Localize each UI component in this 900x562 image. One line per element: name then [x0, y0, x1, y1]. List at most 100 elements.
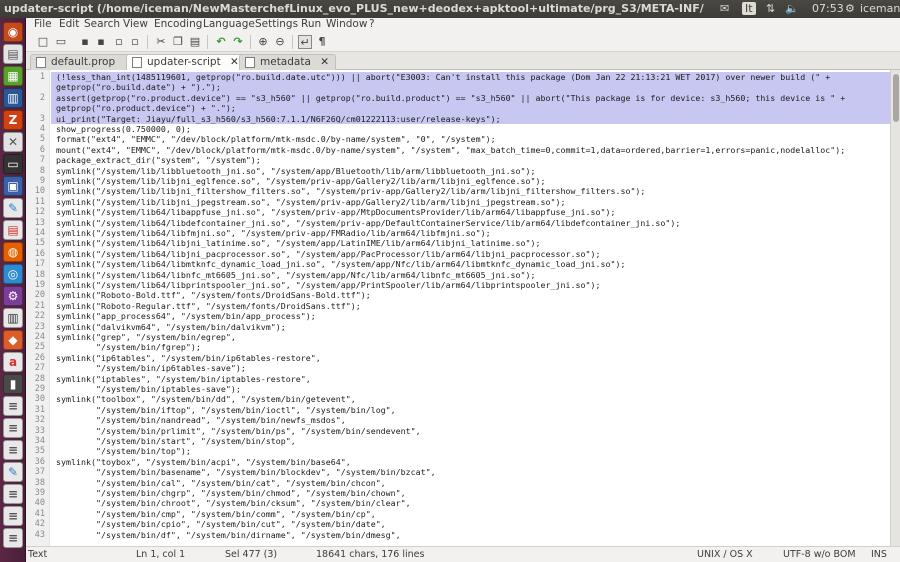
open-file-icon[interactable]: ▭ [54, 35, 68, 49]
notes-icon-4[interactable]: ≡ [3, 484, 23, 504]
notes-icon-3[interactable]: ≡ [3, 440, 23, 460]
notes-icon-6[interactable]: ≡ [3, 528, 23, 548]
code-line[interactable]: "/system/bin/top"); [56, 446, 191, 456]
close-icon[interactable]: ✕ [320, 56, 329, 68]
save-icon[interactable]: ▪ [78, 35, 92, 49]
settings-icon[interactable]: ⚙ [3, 286, 23, 306]
pdf-icon[interactable]: ▤ [3, 220, 23, 240]
text-editor-icon[interactable]: ✎ [3, 198, 23, 218]
code-line[interactable]: format("ext4", "EMMC", "/dev/block/platf… [56, 134, 496, 144]
scrollbar-thumb[interactable] [893, 74, 899, 122]
menu-edit[interactable]: Edit [59, 18, 79, 30]
code-line[interactable]: symlink("dalvikvm64", "/system/bin/dalvi… [56, 322, 286, 332]
code-line[interactable]: "/system/bin/nandread", "/system/bin/new… [56, 415, 346, 425]
notes-icon-2[interactable]: ≡ [3, 418, 23, 438]
speaker-icon[interactable]: 🔈 [785, 2, 799, 15]
files-icon[interactable]: ▤ [3, 44, 23, 64]
code-line[interactable]: symlink("/system/lib/libjni_eglfence.so"… [56, 176, 546, 186]
notes-icon[interactable]: ≡ [3, 396, 23, 416]
word-wrap-icon[interactable]: ↵ [298, 35, 312, 49]
close-all-icon[interactable]: ▫ [128, 35, 142, 49]
code-line[interactable]: "/system/bin/cal", "/system/bin/cat", "/… [56, 478, 386, 488]
paste-icon[interactable]: ▤ [188, 35, 202, 49]
code-line[interactable]: "/system/bin/start", "/system/bin/stop", [56, 436, 296, 446]
menu-help[interactable]: ? [369, 18, 375, 30]
code-line[interactable]: "/system/bin/cpio", "/system/bin/cut", "… [56, 519, 386, 529]
code-line[interactable]: symlink("/system/lib/libjni_filtershow_f… [56, 186, 645, 196]
filezilla-icon[interactable]: Z [3, 110, 23, 130]
code-line[interactable]: symlink("/system/lib64/libjni_pacprocess… [56, 249, 600, 259]
menu-settings[interactable]: Settings [255, 18, 298, 30]
close-file-icon[interactable]: ▫ [112, 35, 126, 49]
code-line[interactable]: package_extract_dir("system", "/system")… [56, 155, 261, 165]
tools-icon[interactable]: ✕ [3, 132, 23, 152]
document-icon[interactable]: ▥ [3, 88, 23, 108]
firefox-icon[interactable]: ◍ [3, 242, 23, 262]
zoom-out-icon[interactable]: ⊖ [273, 35, 287, 49]
code-line[interactable]: symlink("ip6tables", "/system/bin/ip6tab… [56, 353, 321, 363]
zoom-in-icon[interactable]: ⊕ [256, 35, 270, 49]
code-line[interactable]: symlink("Roboto-Regular.ttf", "/system/f… [56, 301, 361, 311]
code-line[interactable]: symlink("/system/lib/libjni_jpegstream.s… [56, 197, 566, 207]
menu-encoding[interactable]: Encoding [154, 18, 202, 30]
save-all-icon[interactable]: ▪ [94, 35, 108, 49]
menu-window[interactable]: Window [326, 18, 367, 30]
code-line[interactable]: "/system/bin/df", "/system/bin/dirname",… [56, 530, 401, 540]
transfer-icon[interactable]: ⇅ [766, 2, 775, 15]
envelope-icon[interactable]: ✉ [720, 2, 729, 15]
code-line[interactable]: symlink("grep", "/system/bin/egrep", [56, 332, 236, 342]
show-all-characters-icon[interactable]: ¶ [315, 35, 329, 49]
gear-icon[interactable]: ⚙ [845, 2, 855, 15]
keyboard-layout-indicator[interactable]: It [742, 2, 756, 15]
code-line[interactable]: symlink("toolbox", "/system/bin/dd", "/s… [56, 394, 356, 404]
code-line[interactable]: symlink("/system/lib64/libnfc_mt6605_jni… [56, 270, 536, 280]
dash-icon[interactable]: ◉ [3, 22, 23, 42]
clock[interactable]: 07:53 [812, 2, 844, 15]
status-encoding[interactable]: UTF-8 w/o BOM [783, 549, 856, 560]
spreadsheet-icon[interactable]: ▦ [3, 66, 23, 86]
code-line[interactable]: symlink("/system/lib64/libdefcontainer_j… [56, 218, 680, 228]
code-line[interactable]: "/system/bin/fgrep"); [56, 342, 201, 352]
viewer-icon[interactable]: ▣ [3, 176, 23, 196]
code-line[interactable]: "/system/bin/basename", "/system/bin/blo… [56, 467, 436, 477]
code-line[interactable]: "/system/bin/cmp", "/system/bin/comm", "… [56, 509, 376, 519]
status-eol[interactable]: UNIX / OS X [697, 549, 753, 560]
code-line[interactable]: symlink("Roboto-Bold.ttf", "/system/font… [56, 290, 371, 300]
code-line[interactable]: symlink("toybox", "/system/bin/acpi", "/… [56, 457, 351, 467]
code-line[interactable]: symlink("/system/lib64/libprintspooler_j… [56, 280, 600, 290]
code-line[interactable]: symlink("/system/lib/libbluetooth_jni.so… [56, 166, 536, 176]
code-line[interactable]: "/system/bin/iftop", "/system/bin/ioctl"… [56, 405, 396, 415]
code-editor[interactable]: 1 2 3 4 5 6 7 8 9 10 11 12 13 14 15 16 17 18 19 20 21 22 23 24 2… [26, 70, 890, 546]
undo-icon[interactable]: ↶ [214, 35, 228, 49]
code-line[interactable]: symlink("/system/lib64/libjni_latinime.s… [56, 238, 541, 248]
software-center-icon[interactable]: ◆ [3, 330, 23, 350]
code-line[interactable]: "/system/bin/ip6tables-save"); [56, 363, 246, 373]
code-line[interactable]: (!less_than_int(1485119601, getprop("ro.… [56, 72, 830, 82]
code-line[interactable]: symlink("iptables", "/system/bin/iptable… [56, 374, 311, 384]
code-line[interactable]: symlink("/system/lib64/libappfuse_jni.so… [56, 207, 615, 217]
menu-view[interactable]: View [123, 18, 148, 30]
code-line[interactable]: "/system/bin/prlimit", "/system/bin/ps",… [56, 426, 421, 436]
menu-file[interactable]: File [34, 18, 52, 30]
notes-icon-5[interactable]: ≡ [3, 506, 23, 526]
redo-icon[interactable]: ↷ [231, 35, 245, 49]
status-filetype[interactable]: Text [28, 549, 47, 560]
code-line[interactable]: "/system/bin/chgrp", "/system/bin/chmod"… [56, 488, 406, 498]
tab-updater-script[interactable]: updater-script ✕ [126, 54, 246, 71]
vertical-scrollbar[interactable] [890, 70, 900, 546]
code-line[interactable]: assert(getprop("ro.product.device") == "… [56, 93, 845, 103]
user-name[interactable]: iceman [860, 2, 900, 15]
terminal-icon[interactable]: ▭ [3, 154, 23, 174]
code-line[interactable]: "/system/bin/chroot", "/system/bin/cksum… [56, 498, 411, 508]
amazon-icon[interactable]: a [3, 352, 23, 372]
new-file-icon[interactable]: □ [36, 35, 50, 49]
menu-language[interactable]: Language [203, 18, 255, 30]
archive-icon[interactable]: ▥ [3, 308, 23, 328]
menu-run[interactable]: Run [301, 18, 321, 30]
copy-icon[interactable]: ❐ [171, 35, 185, 49]
code-line[interactable]: show_progress(0.750000, 0); [56, 124, 191, 134]
tab-metadata[interactable]: metadata ✕ [239, 54, 337, 70]
cut-icon[interactable]: ✂ [154, 35, 168, 49]
device-icon[interactable]: ▮ [3, 374, 23, 394]
status-mode[interactable]: INS [871, 549, 887, 560]
